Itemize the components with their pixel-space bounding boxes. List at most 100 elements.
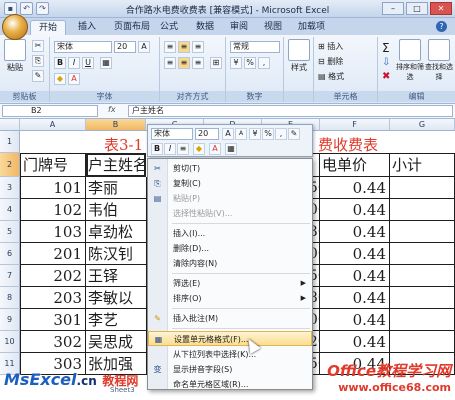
subtotal-cell[interactable] (390, 243, 455, 265)
price-cell[interactable]: 0.44 (320, 243, 390, 265)
menu-item-copy[interactable]: ⎘ 复制(C) (148, 176, 312, 191)
maximize-button[interactable]: □ (406, 2, 428, 15)
door-cell[interactable]: 201 (20, 243, 86, 265)
formula-input[interactable]: 户主姓名 (128, 105, 453, 117)
subtotal-cell[interactable] (390, 309, 455, 331)
row-header[interactable]: 7 (0, 265, 20, 287)
grow-font-icon[interactable]: A (222, 128, 234, 140)
find-select-button[interactable]: 查找和选择 (425, 39, 453, 82)
mini-border-icon[interactable]: ▦ (225, 143, 237, 155)
row-header[interactable]: 1 (0, 131, 20, 153)
column-header[interactable]: B (86, 119, 146, 131)
mini-italic-button[interactable]: I (164, 143, 176, 155)
bold-button[interactable]: B (54, 57, 66, 69)
menu-item-cut[interactable]: ✂ 剪切(T) (148, 161, 312, 176)
tab-page-layout[interactable]: 页面布局 (106, 20, 158, 35)
underline-button[interactable]: U (82, 57, 94, 69)
format-painter-icon[interactable]: ✎ (288, 128, 300, 140)
column-header[interactable]: F (320, 119, 390, 131)
tab-review[interactable]: 审阅 (222, 20, 256, 35)
table-header-cell[interactable]: 户主姓名 (86, 153, 146, 177)
subtotal-cell[interactable] (390, 221, 455, 243)
align-center-icon[interactable]: ≡ (178, 57, 190, 69)
menu-item-sort[interactable]: 排序(O) ▶ (148, 291, 312, 306)
row-header[interactable]: 5 (0, 221, 20, 243)
name-cell[interactable]: 陈汉钊 (86, 243, 147, 265)
tab-insert[interactable]: 插入 (70, 20, 104, 35)
menu-item-delete[interactable]: 删除(D)... (148, 241, 312, 256)
shrink-font-icon[interactable]: A (235, 128, 247, 140)
name-cell[interactable]: 卓劲松 (86, 221, 147, 243)
table-header-cell[interactable]: 门牌号 (20, 153, 86, 177)
name-cell[interactable]: 吴思成 (86, 331, 147, 353)
font-color-icon[interactable]: A (68, 73, 80, 85)
tab-data[interactable]: 数据 (188, 20, 222, 35)
menu-item-paste[interactable]: ▤ 粘贴(P) (148, 191, 312, 206)
name-cell[interactable]: 王铎 (86, 265, 147, 287)
tab-home[interactable]: 开始 (30, 20, 67, 35)
mini-font-color-icon[interactable]: A (209, 143, 221, 155)
mini-fill-icon[interactable]: ◆ (193, 143, 205, 155)
delete-cells-button[interactable]: ⊟ 删除 (318, 56, 343, 67)
autosum-icon[interactable]: Σ (382, 41, 390, 55)
currency-icon[interactable]: ¥ (230, 57, 242, 69)
door-cell[interactable]: 102 (20, 199, 86, 221)
align-left-icon[interactable]: ≡ (164, 57, 176, 69)
sort-filter-button[interactable]: 排序和筛选 (396, 39, 424, 82)
price-cell[interactable]: 0.44 (320, 177, 390, 199)
price-cell[interactable]: 0.44 (320, 309, 390, 331)
format-cells-button[interactable]: ▤ 格式 (318, 71, 344, 82)
fill-icon[interactable]: ⇩ (382, 57, 390, 68)
percent-icon[interactable]: % (262, 128, 274, 140)
subtotal-cell[interactable] (390, 331, 455, 353)
mini-bold-button[interactable]: B (151, 143, 163, 155)
door-cell[interactable]: 302 (20, 331, 86, 353)
align-top-icon[interactable]: ≡ (164, 41, 176, 53)
price-cell[interactable]: 0.44 (320, 287, 390, 309)
name-box[interactable]: B2 (2, 105, 98, 117)
door-cell[interactable]: 103 (20, 221, 86, 243)
office-button[interactable] (2, 14, 28, 40)
row-header[interactable]: 4 (0, 199, 20, 221)
font-size-select[interactable]: 20 (114, 41, 136, 53)
row-header[interactable]: 6 (0, 243, 20, 265)
row-header[interactable]: 2 (0, 153, 20, 177)
insert-cells-button[interactable]: ⊞ 插入 (318, 41, 343, 52)
subtotal-cell[interactable] (390, 265, 455, 287)
grow-font-icon[interactable]: A (138, 41, 150, 53)
comma-icon[interactable]: , (258, 57, 270, 69)
table-header-cell-edge[interactable] (313, 153, 320, 177)
mini-font-select[interactable]: 宋体 (151, 128, 193, 140)
menu-item-pick-from-list[interactable]: 从下拉列表中选择(K)... (148, 347, 312, 362)
row-header[interactable]: 10 (0, 331, 20, 353)
cut-icon[interactable]: ✂ (32, 40, 44, 52)
paste-button[interactable]: 粘贴 (2, 39, 28, 73)
align-right-icon[interactable]: ≡ (192, 57, 204, 69)
door-cell[interactable]: 202 (20, 265, 86, 287)
tab-view[interactable]: 视图 (256, 20, 290, 35)
mini-align-icon[interactable]: ≡ (177, 143, 189, 155)
subtotal-cell[interactable] (390, 177, 455, 199)
menu-item-name-range[interactable]: 命名单元格区域(R)... (148, 377, 312, 392)
font-name-select[interactable]: 宋体 (54, 41, 112, 53)
row-header[interactable]: 3 (0, 177, 20, 199)
door-cell[interactable]: 101 (20, 177, 86, 199)
styles-button[interactable]: 样式 (287, 39, 311, 73)
minimize-button[interactable]: – (382, 2, 404, 15)
price-cell[interactable]: 0.44 (320, 221, 390, 243)
italic-button[interactable]: I (68, 57, 80, 69)
name-cell[interactable]: 韦伯 (86, 199, 147, 221)
table-header-cell[interactable]: 电单价 (320, 153, 390, 177)
menu-item-filter[interactable]: 筛选(E) ▶ (148, 276, 312, 291)
help-icon[interactable]: ? (436, 21, 447, 32)
table-header-cell[interactable]: 小计 (390, 153, 455, 177)
row-header[interactable]: 8 (0, 287, 20, 309)
format-painter-icon[interactable]: ✎ (32, 70, 44, 82)
tab-addins[interactable]: 加载项 (290, 20, 333, 35)
name-cell[interactable]: 李艺 (86, 309, 147, 331)
column-header[interactable]: A (20, 119, 86, 131)
row-header[interactable]: 9 (0, 309, 20, 331)
close-button[interactable]: ✕ (430, 2, 452, 15)
price-cell[interactable]: 0.44 (320, 199, 390, 221)
menu-item-format-cells[interactable]: ▦ 设置单元格格式(F)... (148, 331, 312, 346)
